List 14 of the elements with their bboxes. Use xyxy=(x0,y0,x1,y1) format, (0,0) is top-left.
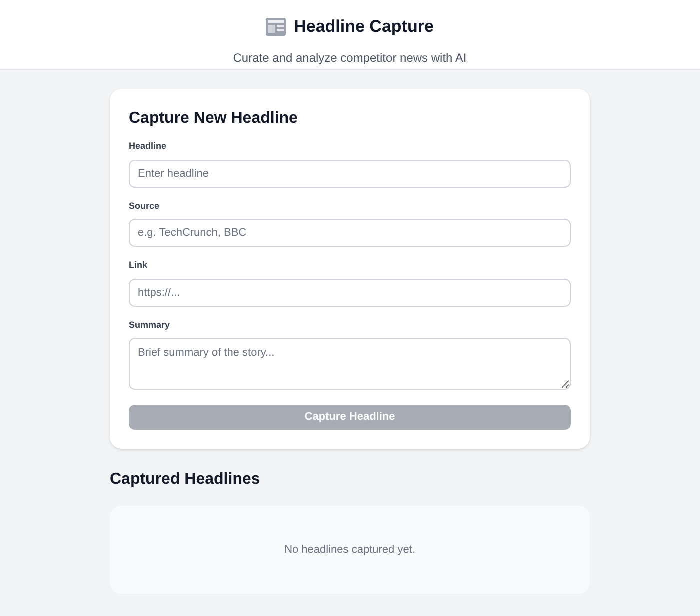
section-title: Captured Headlines xyxy=(110,470,262,490)
field-label: Link xyxy=(129,259,149,272)
empty-message: No headlines captured yet. xyxy=(284,542,416,558)
input-field[interactable]: Enter headline xyxy=(129,160,571,188)
app-title: Headline Capture xyxy=(294,16,434,38)
input-field[interactable]: https://... xyxy=(129,278,571,306)
newspaper-icon xyxy=(266,18,286,36)
field-label: Headline xyxy=(129,140,168,153)
field-label: Summary xyxy=(129,318,172,332)
form-title: Capture New Headline xyxy=(129,109,299,129)
summary-textarea[interactable]: Brief summary of the story... xyxy=(129,338,571,390)
field-label: Source xyxy=(129,200,161,212)
input-field[interactable]: e.g. TechCrunch, BBC xyxy=(129,219,571,247)
app-subtitle: Curate and analyze competitor news with AI xyxy=(233,50,467,66)
